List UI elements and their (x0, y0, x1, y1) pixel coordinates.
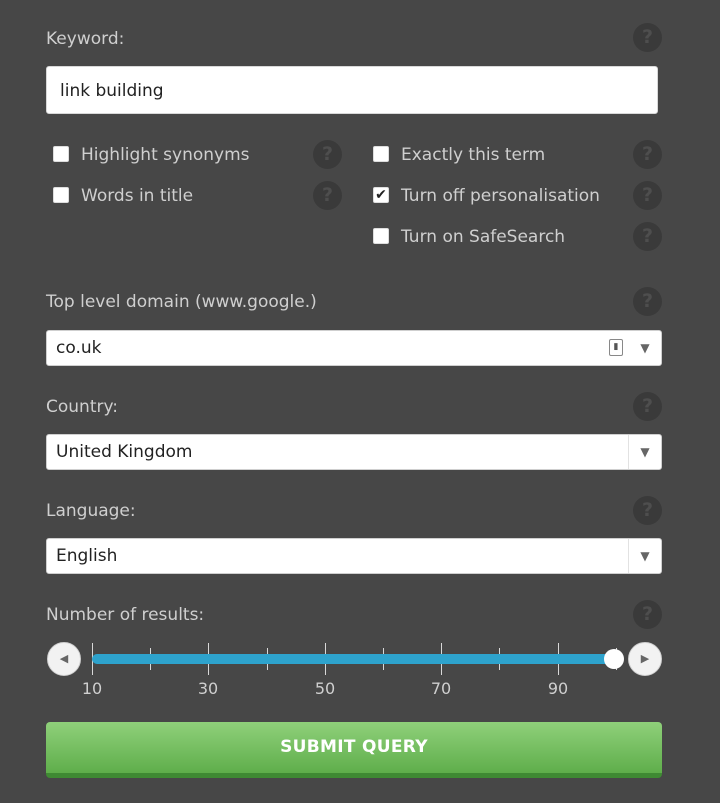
results-slider-track[interactable] (92, 654, 615, 664)
turn-off-personalisation-help-icon[interactable]: ? (633, 181, 662, 210)
highlight-synonyms-help-icon[interactable]: ? (313, 140, 342, 169)
tick-label: 70 (430, 679, 452, 698)
turn-off-personalisation-label: Turn off personalisation (401, 186, 600, 206)
tick-label: 10 (81, 679, 103, 698)
country-select[interactable]: United Kingdom ▼ (46, 434, 662, 470)
turn-on-safesearch-label: Turn on SafeSearch (401, 227, 566, 247)
highlight-synonyms-checkbox[interactable] (53, 146, 69, 162)
turn-on-safesearch-help-icon[interactable]: ? (633, 222, 662, 251)
exactly-this-term-help-icon[interactable]: ? (633, 140, 662, 169)
keyword-help-icon[interactable]: ? (633, 23, 662, 52)
tld-label: Top level domain (www.google.) (46, 292, 317, 312)
language-select[interactable]: English ▼ (46, 538, 662, 574)
chevron-down-icon[interactable]: ▼ (628, 435, 661, 469)
chevron-down-icon[interactable]: ▼ (628, 539, 661, 573)
keyword-label: Keyword: (46, 29, 125, 49)
tld-select-value: co.uk (56, 338, 102, 358)
slider-next-button[interactable]: ▶ (628, 642, 662, 676)
submit-query-button[interactable]: SUBMIT QUERY (46, 722, 662, 778)
highlight-synonyms-label: Highlight synonyms (81, 145, 250, 165)
words-in-title-help-icon[interactable]: ? (313, 181, 342, 210)
results-help-icon[interactable]: ? (633, 600, 662, 629)
tld-select[interactable]: co.uk ▮ ▼ (46, 330, 662, 366)
slider-prev-button[interactable]: ◀ (47, 642, 81, 676)
turn-on-safesearch-checkbox[interactable] (373, 228, 389, 244)
language-help-icon[interactable]: ? (633, 496, 662, 525)
keyword-input[interactable]: link building (46, 66, 658, 114)
exactly-this-term-checkbox[interactable] (373, 146, 389, 162)
chevron-down-icon[interactable]: ▼ (629, 331, 661, 365)
results-label: Number of results: (46, 605, 205, 625)
turn-off-personalisation-checkbox[interactable]: ✔ (373, 187, 389, 203)
tick-label: 90 (547, 679, 569, 698)
country-help-icon[interactable]: ? (633, 392, 662, 421)
contact-card-icon: ▮ (609, 339, 623, 356)
words-in-title-label: Words in title (81, 186, 194, 206)
tick-label: 30 (197, 679, 219, 698)
language-label: Language: (46, 501, 136, 521)
country-label: Country: (46, 397, 119, 417)
tick-label: 50 (314, 679, 336, 698)
words-in-title-checkbox[interactable] (53, 187, 69, 203)
language-select-value: English (56, 546, 118, 566)
results-slider-thumb[interactable] (604, 649, 624, 669)
country-select-value: United Kingdom (56, 442, 193, 462)
tld-help-icon[interactable]: ? (633, 287, 662, 316)
exactly-this-term-label: Exactly this term (401, 145, 546, 165)
